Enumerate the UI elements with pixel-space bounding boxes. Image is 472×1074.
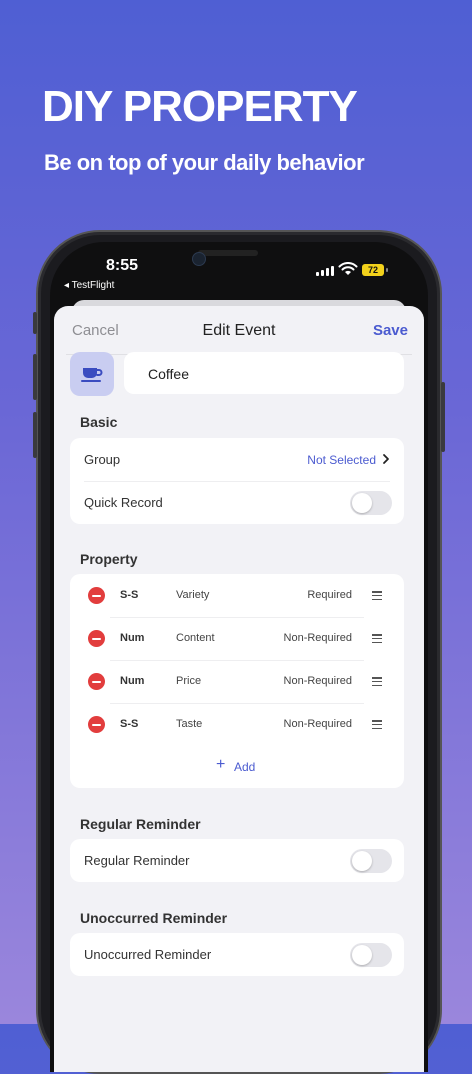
quick-record-toggle[interactable]	[350, 491, 392, 515]
save-button[interactable]: Save	[373, 322, 408, 339]
cellular-signal-icon	[316, 266, 334, 276]
property-card: S-S Variety Required Num Content Non-Req…	[70, 574, 404, 788]
property-requirement[interactable]: Non-Required	[284, 718, 352, 730]
regular-reminder-card: Regular Reminder	[70, 839, 404, 882]
coffee-cup-icon	[81, 368, 103, 382]
property-row: Num Content Non-Required	[70, 617, 404, 660]
unoccurred-reminder-toggle[interactable]	[350, 943, 392, 967]
phone-frame: 8:55 ◂ TestFlight 72 Cancel Edit Event S…	[33, 230, 445, 1074]
edit-event-sheet: Cancel Edit Event Save Coffee Basic Grou…	[54, 306, 424, 1072]
chevron-right-icon	[383, 454, 389, 464]
section-label-regular-reminder: Regular Reminder	[80, 816, 201, 832]
group-value: Not Selected	[307, 453, 376, 467]
nav-bar: Cancel Edit Event Save	[66, 306, 412, 355]
basic-card: Group Not Selected Quick Record	[70, 438, 404, 524]
property-type: S-S	[120, 589, 139, 601]
delete-property-icon[interactable]	[88, 716, 105, 733]
regular-reminder-row: Regular Reminder	[70, 839, 404, 882]
dynamic-island	[198, 250, 258, 256]
section-label-property: Property	[80, 551, 138, 567]
section-label-basic: Basic	[80, 414, 118, 430]
delete-property-icon[interactable]	[88, 630, 105, 647]
unoccurred-reminder-row: Unoccurred Reminder	[70, 933, 404, 976]
add-property-label: Add	[234, 760, 256, 774]
drag-handle-icon[interactable]	[372, 634, 382, 643]
phone-volume-down-button	[33, 412, 37, 458]
unoccurred-reminder-label: Unoccurred Reminder	[84, 947, 212, 962]
unoccurred-reminder-card: Unoccurred Reminder	[70, 933, 404, 976]
quick-record-row: Quick Record	[70, 481, 404, 524]
property-requirement[interactable]: Required	[307, 589, 352, 601]
back-to-testflight[interactable]: ◂ TestFlight	[64, 280, 114, 291]
property-name: Content	[176, 632, 215, 644]
property-name: Taste	[176, 718, 203, 730]
phone-action-button	[33, 312, 37, 334]
wifi-icon	[338, 262, 358, 275]
promo-subhead: Be on top of your daily behavior	[44, 150, 365, 175]
drag-handle-icon[interactable]	[372, 591, 382, 600]
drag-handle-icon[interactable]	[372, 677, 382, 686]
front-camera	[192, 252, 206, 266]
delete-property-icon[interactable]	[88, 673, 105, 690]
property-name: Price	[176, 675, 202, 687]
regular-reminder-label: Regular Reminder	[84, 853, 190, 868]
group-label: Group	[84, 452, 121, 467]
phone-power-button	[441, 382, 445, 452]
phone-screen: 8:55 ◂ TestFlight 72 Cancel Edit Event S…	[50, 242, 428, 1072]
property-type: Num	[120, 632, 145, 644]
plus-icon: +	[216, 756, 226, 773]
property-row: S-S Variety Required	[70, 574, 404, 617]
drag-handle-icon[interactable]	[372, 720, 382, 729]
event-icon-button[interactable]	[70, 352, 114, 396]
delete-property-icon[interactable]	[88, 587, 105, 604]
section-label-unoccurred-reminder: Unoccurred Reminder	[80, 910, 228, 926]
quick-record-label: Quick Record	[84, 495, 163, 510]
phone-volume-up-button	[33, 354, 37, 400]
property-row: S-S Taste Non-Required	[70, 703, 404, 746]
property-row: Num Price Non-Required	[70, 660, 404, 703]
property-type: S-S	[120, 718, 139, 730]
status-time: 8:55	[106, 257, 139, 274]
property-name: Variety	[176, 589, 210, 601]
promo-headline: DIY PROPERTY	[42, 82, 358, 131]
property-requirement[interactable]: Non-Required	[284, 675, 352, 687]
page-title: Edit Event	[202, 322, 276, 339]
property-requirement[interactable]: Non-Required	[284, 632, 352, 644]
property-type: Num	[120, 675, 145, 687]
event-name-field[interactable]: Coffee	[124, 352, 404, 394]
event-name-value: Coffee	[148, 366, 189, 382]
regular-reminder-toggle[interactable]	[350, 849, 392, 873]
add-property-button[interactable]: + Add	[70, 746, 404, 788]
battery-icon: 72	[362, 264, 384, 276]
group-row[interactable]: Group Not Selected	[70, 438, 404, 481]
battery-tip	[386, 268, 388, 272]
